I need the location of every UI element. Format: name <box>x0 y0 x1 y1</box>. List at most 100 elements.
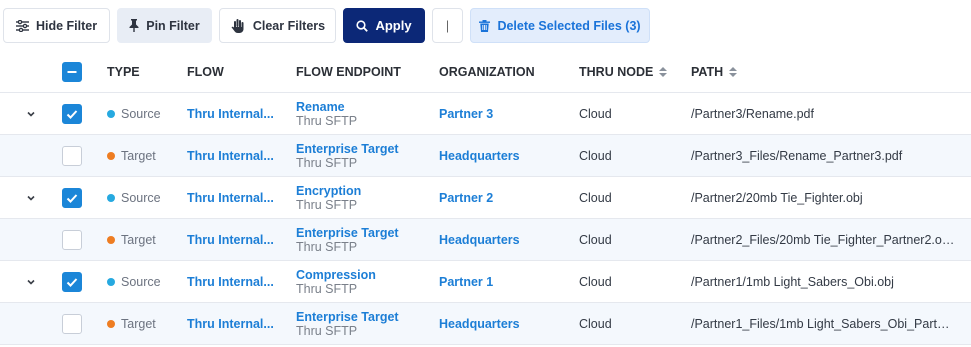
thru-node-value: Cloud <box>579 191 612 205</box>
path-value: /Partner1/1mb Light_Sabers_Obi.obj <box>691 275 894 289</box>
hide-filter-label: Hide Filter <box>35 18 98 33</box>
status-dot-icon <box>107 320 115 328</box>
type-cell: Source <box>107 93 161 135</box>
chevron-down-icon[interactable] <box>25 192 37 204</box>
flow-endpoint-cell: Compression Thru SFTP <box>296 261 376 303</box>
type-label: Source <box>121 191 161 205</box>
row-checkbox[interactable] <box>62 188 82 208</box>
organization-link[interactable]: Headquarters <box>439 219 520 261</box>
row-checkbox[interactable] <box>62 146 82 166</box>
organization-link[interactable]: Headquarters <box>439 135 520 177</box>
hand-stop-icon <box>230 18 246 33</box>
row-checkbox[interactable] <box>62 272 82 292</box>
table-row[interactable]: Source Thru Internal... Encryption Thru SFT… <box>0 177 971 219</box>
flow-endpoint-cell: Enterprise Target Thru SFTP <box>296 135 399 177</box>
flow-endpoint-protocol: Thru SFTP <box>296 114 358 128</box>
flow-endpoint-cell: Enterprise Target Thru SFTP <box>296 303 399 345</box>
toolbar: Hide Filter Pin Filter Clear Filters App… <box>0 0 971 51</box>
flow-endpoint-link[interactable]: Enterprise Target <box>296 142 399 156</box>
path-value: /Partner2_Files/20mb Tie_Fighter_Partner… <box>691 233 956 247</box>
column-thru-node-label: THRU NODE <box>579 65 654 79</box>
pin-icon <box>129 19 139 32</box>
thru-node-value: Cloud <box>579 317 612 331</box>
clear-filters-button[interactable]: Clear Filters <box>219 8 336 43</box>
flow-endpoint-link[interactable]: Encryption <box>296 184 361 198</box>
organization-link[interactable]: Partner 1 <box>439 261 493 303</box>
sort-icon[interactable] <box>729 67 738 77</box>
chevron-down-icon[interactable] <box>25 276 37 288</box>
chevron-down-icon[interactable] <box>25 108 37 120</box>
flow-endpoint-cell: Enterprise Target Thru SFTP <box>296 219 399 261</box>
type-label: Source <box>121 107 161 121</box>
path-value: /Partner2/20mb Tie_Fighter.obj <box>691 191 863 205</box>
path-value: /Partner3_Files/Rename_Partner3.pdf <box>691 149 903 163</box>
divider-label: | <box>445 18 450 33</box>
table-row[interactable]: Source Thru Internal... Rename Thru SFTP Par… <box>0 93 971 135</box>
column-header-organization[interactable]: ORGANIZATION <box>439 65 535 79</box>
column-header-flow[interactable]: FLOW <box>187 65 224 79</box>
divider-button[interactable]: | <box>432 8 463 43</box>
delete-selected-files-label: Delete Selected Files (3) <box>497 18 641 33</box>
flow-endpoint-link[interactable]: Enterprise Target <box>296 226 399 240</box>
column-type-label: TYPE <box>107 65 140 79</box>
table-row[interactable]: Target Thru Internal... Enterprise Target T… <box>0 135 971 177</box>
flow-link[interactable]: Thru Internal... <box>187 177 275 219</box>
hide-filter-button[interactable]: Hide Filter <box>3 8 110 43</box>
column-organization-label: ORGANIZATION <box>439 65 535 79</box>
status-dot-icon <box>107 110 115 118</box>
flow-endpoint-link[interactable]: Rename <box>296 100 345 114</box>
thru-node-value: Cloud <box>579 107 612 121</box>
type-label: Target <box>121 149 156 163</box>
path-value: /Partner1_Files/1mb Light_Sabers_Obi_Par… <box>691 317 956 331</box>
column-flow-label: FLOW <box>187 65 224 79</box>
flow-link[interactable]: Thru Internal... <box>187 135 275 177</box>
organization-link[interactable]: Headquarters <box>439 303 520 345</box>
table-header: TYPE FLOW FLOW ENDPOINT ORGANIZATION THR… <box>0 51 971 93</box>
flow-link[interactable]: Thru Internal... <box>187 303 275 345</box>
sliders-icon <box>15 19 29 32</box>
flow-endpoint-link[interactable]: Enterprise Target <box>296 310 399 324</box>
sort-icon[interactable] <box>659 67 668 77</box>
clear-filters-label: Clear Filters <box>252 18 326 33</box>
type-cell: Source <box>107 261 161 303</box>
pin-filter-label: Pin Filter <box>146 18 200 33</box>
status-dot-icon <box>107 194 115 202</box>
flow-endpoint-protocol: Thru SFTP <box>296 240 358 254</box>
type-label: Target <box>121 233 156 247</box>
flow-link[interactable]: Thru Internal... <box>187 93 275 135</box>
delete-selected-files-button[interactable]: Delete Selected Files (3) <box>470 8 650 43</box>
table-row[interactable]: Target Thru Internal... Enterprise Target T… <box>0 219 971 261</box>
table-row[interactable]: Target Thru Internal... Enterprise Target T… <box>0 303 971 345</box>
trash-icon <box>479 19 491 32</box>
pin-filter-button[interactable]: Pin Filter <box>117 8 212 43</box>
organization-link[interactable]: Partner 2 <box>439 177 493 219</box>
flow-endpoint-protocol: Thru SFTP <box>296 282 358 296</box>
column-header-flow-endpoint[interactable]: FLOW ENDPOINT <box>296 65 401 79</box>
organization-link[interactable]: Partner 3 <box>439 93 493 135</box>
search-icon <box>356 19 369 32</box>
row-checkbox[interactable] <box>62 104 82 124</box>
type-cell: Source <box>107 177 161 219</box>
select-all-checkbox[interactable] <box>62 62 82 82</box>
thru-node-value: Cloud <box>579 275 612 289</box>
type-label: Target <box>121 317 156 331</box>
flow-endpoint-link[interactable]: Compression <box>296 268 376 282</box>
type-cell: Target <box>107 219 156 261</box>
flow-link[interactable]: Thru Internal... <box>187 261 275 303</box>
thru-node-value: Cloud <box>579 233 612 247</box>
column-header-thru-node[interactable]: THRU NODE <box>579 65 668 79</box>
column-flow-endpoint-label: FLOW ENDPOINT <box>296 65 401 79</box>
table-row[interactable]: Source Thru Internal... Compression Thru SF… <box>0 261 971 303</box>
status-dot-icon <box>107 278 115 286</box>
column-header-type[interactable]: TYPE <box>107 65 140 79</box>
type-cell: Target <box>107 135 156 177</box>
row-checkbox[interactable] <box>62 230 82 250</box>
apply-label: Apply <box>375 18 412 33</box>
flow-endpoint-cell: Encryption Thru SFTP <box>296 177 361 219</box>
column-header-path[interactable]: PATH <box>691 65 738 79</box>
apply-button[interactable]: Apply <box>343 8 425 43</box>
type-cell: Target <box>107 303 156 345</box>
status-dot-icon <box>107 236 115 244</box>
row-checkbox[interactable] <box>62 314 82 334</box>
flow-link[interactable]: Thru Internal... <box>187 219 275 261</box>
